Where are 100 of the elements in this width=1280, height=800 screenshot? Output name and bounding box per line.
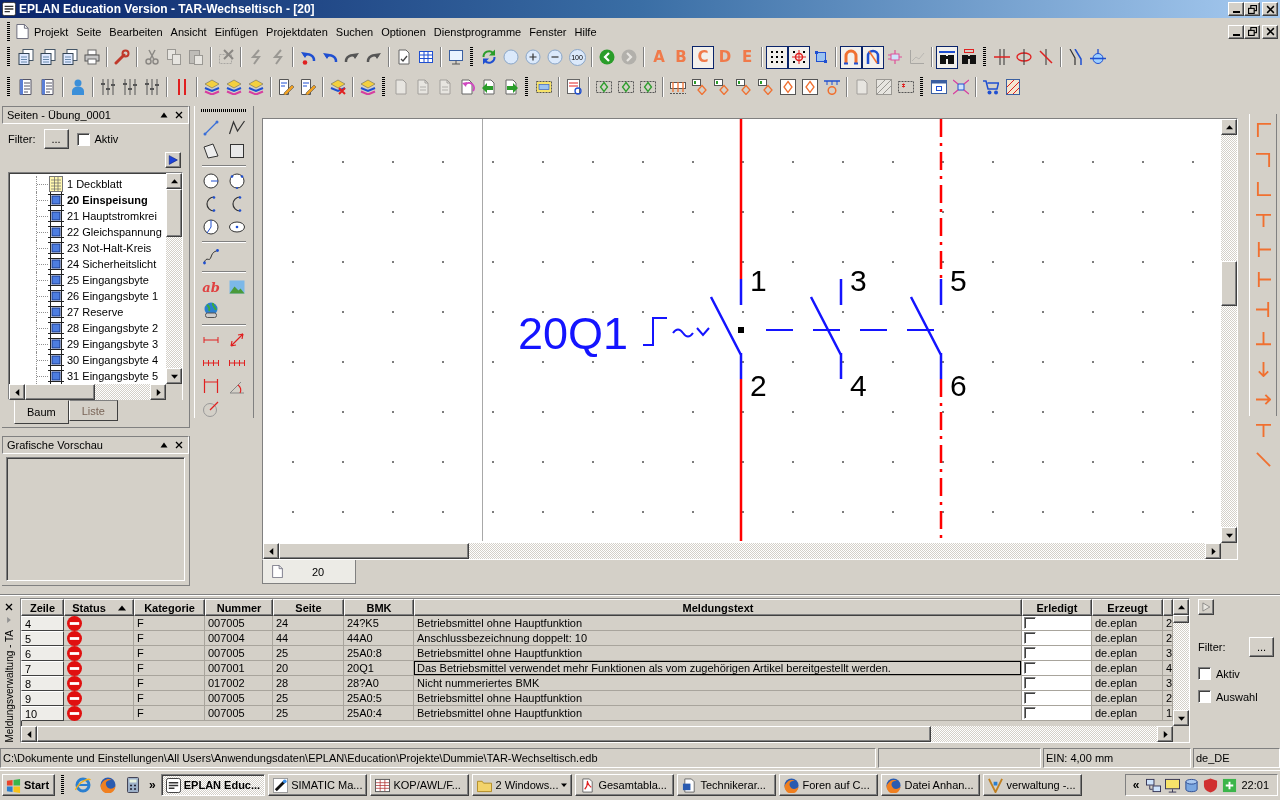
- toolbar-button[interactable]: [766, 45, 788, 69]
- row-number[interactable]: 9: [21, 691, 64, 706]
- row-number[interactable]: 10: [21, 706, 64, 721]
- tree-item[interactable]: 1 Deckblatt: [67, 178, 123, 190]
- scroll-down-button[interactable]: [166, 368, 182, 384]
- document-tab[interactable]: 20: [262, 560, 356, 584]
- checkbox[interactable]: [1024, 647, 1036, 659]
- more-button[interactable]: »: [147, 778, 158, 792]
- column-header[interactable]: Status: [64, 599, 134, 616]
- tree-item[interactable]: 25 Eingangsbyte: [67, 274, 149, 286]
- tree-item[interactable]: 26 Eingangsbyte 1: [67, 290, 159, 302]
- column-header[interactable]: Nummer: [205, 599, 273, 616]
- checkbox[interactable]: [1024, 677, 1036, 689]
- horizontal-scrollbar[interactable]: [9, 384, 166, 400]
- expand-button[interactable]: [1198, 599, 1214, 615]
- tree-item[interactable]: 22 Gleichspannung: [67, 226, 162, 238]
- expand-button[interactable]: [165, 152, 181, 168]
- checkbox[interactable]: [1024, 707, 1036, 719]
- column-header[interactable]: Erzeugt: [1092, 599, 1163, 616]
- toolbar-button[interactable]: [840, 45, 862, 69]
- menu-item[interactable]: Ansicht: [166, 23, 211, 40]
- close-button[interactable]: [1262, 2, 1278, 16]
- start-button[interactable]: Start: [2, 774, 56, 796]
- row-number[interactable]: 8: [21, 676, 64, 691]
- drawing-canvas[interactable]: 20Q1 1 2 3 4 5 6: [263, 119, 1221, 543]
- column-header[interactable]: BMK: [344, 599, 414, 616]
- tree-item[interactable]: 27 Reserve: [67, 306, 124, 318]
- row-number[interactable]: 7: [21, 661, 64, 676]
- checkbox[interactable]: [1024, 662, 1036, 674]
- tree-item[interactable]: 23 Not-Halt-Kreis: [67, 242, 152, 254]
- scroll-down-button[interactable]: [1173, 710, 1189, 726]
- toolbar-grip[interactable]: [201, 109, 247, 112]
- filter-button[interactable]: ...: [1249, 637, 1274, 657]
- menu-item[interactable]: Hilfe: [570, 23, 601, 40]
- toolbar-grip[interactable]: [920, 77, 923, 97]
- tab[interactable]: Baum: [14, 400, 69, 424]
- tab[interactable]: Liste: [68, 400, 118, 421]
- scroll-left-button[interactable]: [21, 726, 37, 742]
- tree-item[interactable]: 31 Eingangsbyte 5: [67, 370, 159, 382]
- menu-item[interactable]: Einfügen: [210, 23, 263, 40]
- menu-item[interactable]: Projekt: [30, 23, 73, 40]
- menu-item[interactable]: Dienstprogramme: [429, 23, 526, 40]
- tree-item[interactable]: 29 Eingangsbyte 3: [67, 338, 159, 350]
- column-header[interactable]: Meldungstext: [414, 599, 1022, 616]
- scroll-up-button[interactable]: [1173, 599, 1189, 615]
- toolbar-grip[interactable]: [7, 77, 10, 97]
- toolbar-grip[interactable]: [983, 47, 986, 67]
- scroll-thumb[interactable]: [1173, 615, 1189, 623]
- filter-button[interactable]: ...: [43, 129, 69, 149]
- checkbox[interactable]: [1198, 667, 1211, 680]
- toolbar-grip[interactable]: [61, 775, 65, 795]
- taskbar-button[interactable]: verwaltung -...: [983, 774, 1083, 796]
- taskbar-button[interactable]: Technikerar...: [677, 774, 777, 796]
- toolbar-grip[interactable]: [7, 21, 10, 42]
- toolbar-grip[interactable]: [382, 77, 385, 97]
- taskbar-button[interactable]: Gesamtabla...: [575, 774, 675, 796]
- row-number[interactable]: 6: [21, 646, 64, 661]
- row-number[interactable]: 5: [21, 631, 64, 646]
- tree-item[interactable]: 28 Eingangsbyte 2: [67, 322, 159, 334]
- scroll-up-button[interactable]: [166, 173, 182, 189]
- taskbar-button[interactable]: Datei Anhan...: [881, 774, 981, 796]
- tree-item[interactable]: 24 Sicherheitslicht: [67, 258, 157, 270]
- scroll-thumb[interactable]: [166, 189, 182, 237]
- taskbar-button[interactable]: EPLAN Educ...: [160, 774, 266, 796]
- taskbar-button[interactable]: Foren auf C...: [779, 774, 879, 796]
- scroll-thumb[interactable]: [37, 726, 931, 742]
- menu-item[interactable]: Optionen: [377, 23, 430, 40]
- checkbox[interactable]: [1024, 632, 1036, 644]
- checkbox[interactable]: [1024, 617, 1036, 629]
- column-header[interactable]: Kategorie: [134, 599, 205, 616]
- toolbar-grip[interactable]: [7, 47, 10, 67]
- menu-item[interactable]: Projektdaten: [262, 23, 332, 40]
- toolbar-button[interactable]: [862, 45, 884, 69]
- vertical-scrollbar[interactable]: [166, 173, 182, 384]
- scroll-thumb[interactable]: [279, 543, 469, 559]
- vertical-scrollbar[interactable]: [1221, 119, 1237, 543]
- horizontal-scrollbar[interactable]: [21, 726, 1173, 742]
- toolbar-button[interactable]: [788, 45, 810, 69]
- scroll-up-button[interactable]: [1221, 119, 1237, 135]
- column-header[interactable]: Zeile: [21, 599, 64, 616]
- taskbar-button[interactable]: SIMATIC Ma...: [268, 774, 368, 796]
- tray-expand-button[interactable]: «: [1129, 778, 1143, 792]
- scroll-right-button[interactable]: [1157, 726, 1173, 742]
- scroll-left-button[interactable]: [9, 384, 25, 400]
- taskbar-button[interactable]: KOP/AWL/F...: [370, 774, 470, 796]
- toolbar-grip[interactable]: [470, 47, 473, 67]
- restore-button[interactable]: [1244, 2, 1260, 16]
- scroll-thumb[interactable]: [1221, 261, 1237, 306]
- menu-item[interactable]: Bearbeiten: [105, 23, 167, 40]
- restore-button[interactable]: [1244, 24, 1260, 39]
- minimize-button[interactable]: [1228, 2, 1244, 16]
- menu-item[interactable]: Seite: [72, 23, 106, 40]
- minimize-button[interactable]: [1228, 24, 1244, 39]
- row-number[interactable]: 4: [21, 616, 64, 631]
- toolbar-grip[interactable]: [525, 77, 528, 97]
- vertical-scrollbar[interactable]: [1173, 599, 1189, 726]
- checkbox[interactable]: [1198, 690, 1211, 703]
- tree-item[interactable]: 30 Eingangsbyte 4: [67, 354, 159, 366]
- toolbar-button[interactable]: [936, 45, 958, 69]
- checkbox[interactable]: [76, 132, 90, 146]
